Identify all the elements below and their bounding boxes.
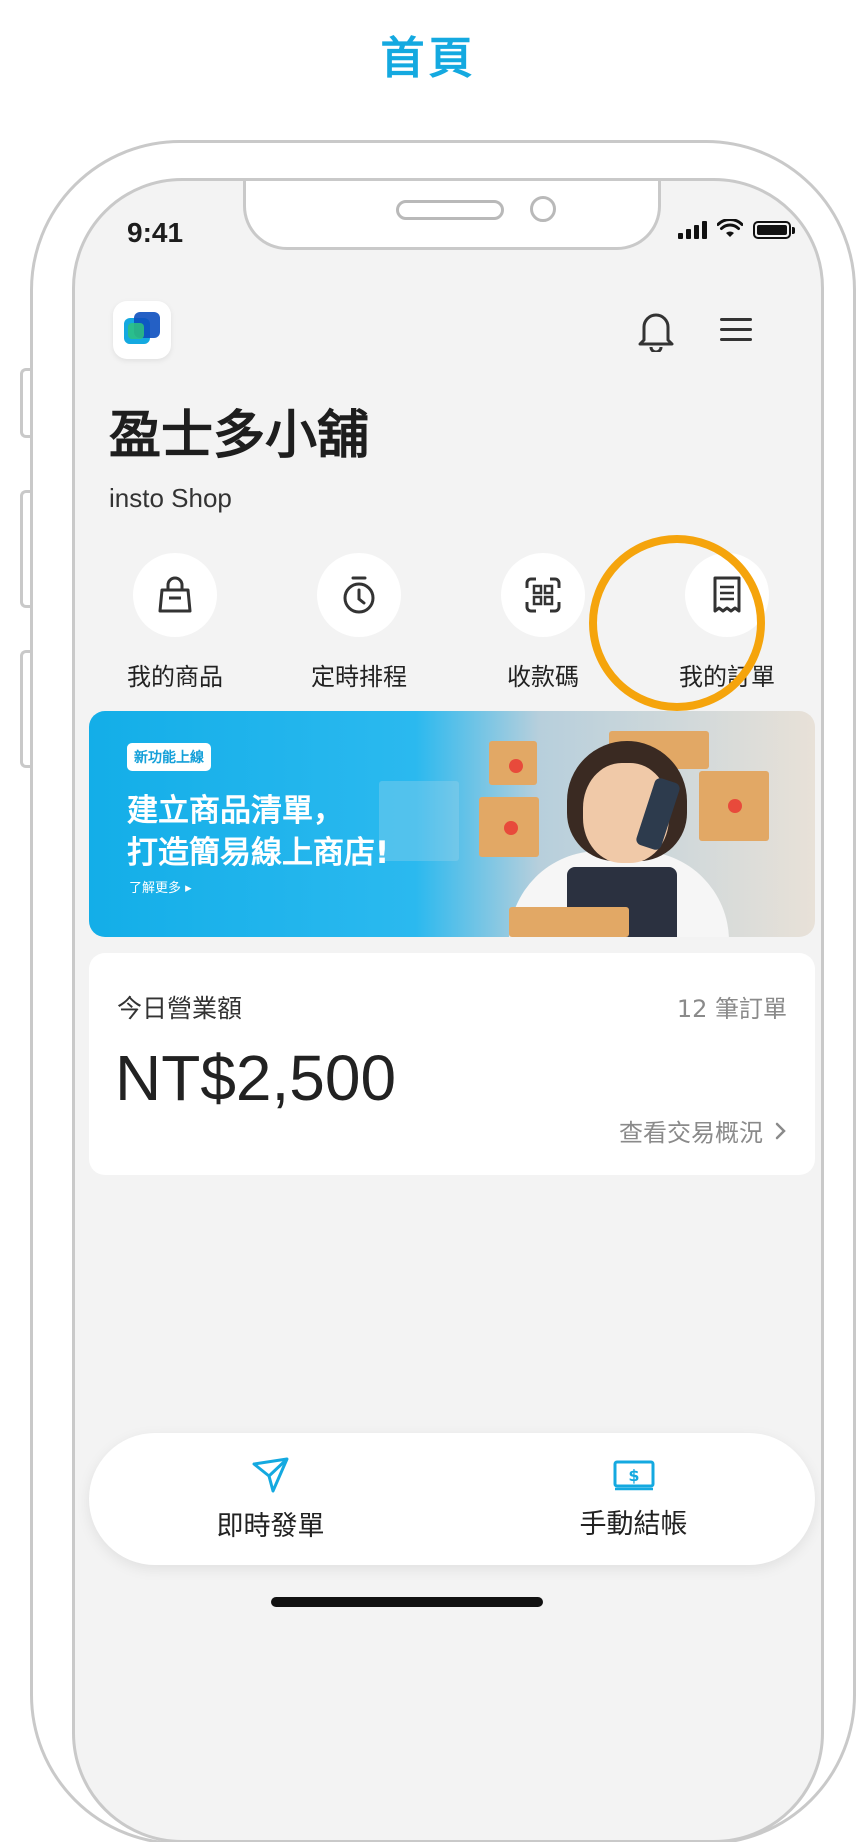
phone-screen: 9:41 盈士多小舖 insto Shop 我的商品 定時排程 收款碼 我的訂單… xyxy=(72,178,824,1842)
qr-scan-icon xyxy=(501,553,585,637)
wifi-icon xyxy=(717,219,743,237)
shopping-bag-icon xyxy=(133,553,217,637)
my-orders-button[interactable]: 我的訂單 xyxy=(647,553,807,692)
view-transactions-label: 查看交易概況 xyxy=(619,1119,763,1147)
status-icons xyxy=(678,219,795,239)
payment-code-button[interactable]: 收款碼 xyxy=(463,553,623,692)
quick-action-label: 我的商品 xyxy=(127,663,223,691)
page-title: 首頁 xyxy=(380,33,477,84)
svg-text:$: $ xyxy=(628,1466,639,1485)
speaker xyxy=(396,200,504,220)
manual-checkout-button[interactable]: $ 手動結帳 xyxy=(580,1458,688,1541)
camera xyxy=(530,196,556,222)
receipt-icon xyxy=(685,553,769,637)
shop-subtitle: insto Shop xyxy=(109,483,232,513)
sales-amount: NT$2,500 xyxy=(115,1042,397,1114)
my-products-button[interactable]: 我的商品 xyxy=(95,553,255,692)
sales-card: 今日營業額 12 筆訂單 NT$2,500 查看交易概況 xyxy=(89,953,815,1175)
promo-banner[interactable]: 新功能上線 建立商品清單， 打造簡易線上商店! 了解更多 ▸ xyxy=(89,711,815,937)
shop-name: 盈士多小舖 xyxy=(109,406,370,466)
quick-action-label: 我的訂單 xyxy=(679,663,775,691)
cash-icon: $ xyxy=(613,1460,654,1490)
notch xyxy=(243,181,661,250)
paper-plane-icon xyxy=(252,1457,288,1492)
banner-learn-more-link[interactable]: 了解更多 ▸ xyxy=(129,877,192,896)
stopwatch-icon xyxy=(317,553,401,637)
quick-action-label: 定時排程 xyxy=(311,663,407,691)
send-order-label: 即時發單 xyxy=(216,1510,325,1542)
view-transactions-link[interactable]: 查看交易概況 xyxy=(619,1113,787,1148)
banner-headline: 打造簡易線上商店! xyxy=(127,835,390,871)
banner-tag: 新功能上線 xyxy=(127,743,211,771)
chevron-right-icon xyxy=(775,1122,786,1139)
notification-bell-icon[interactable] xyxy=(631,305,681,355)
battery-icon xyxy=(753,221,795,239)
manual-checkout-label: 手動結帳 xyxy=(579,1508,688,1540)
menu-icon[interactable] xyxy=(711,305,761,355)
signal-icon xyxy=(678,219,707,239)
quick-action-label: 收款碼 xyxy=(507,663,579,691)
app-logo xyxy=(113,301,171,359)
bottom-action-bar: 即時發單 $ 手動結帳 xyxy=(89,1433,815,1565)
banner-headline: 建立商品清單， xyxy=(127,793,344,829)
scheduling-button[interactable]: 定時排程 xyxy=(279,553,439,692)
home-indicator xyxy=(271,1597,543,1607)
order-count: 12 筆訂單 xyxy=(676,995,787,1023)
sales-label: 今日營業額 xyxy=(117,994,243,1023)
send-order-button[interactable]: 即時發單 xyxy=(217,1456,325,1543)
quick-actions: 我的商品 定時排程 收款碼 我的訂單 xyxy=(95,553,807,692)
status-time: 9:41 xyxy=(127,217,184,248)
